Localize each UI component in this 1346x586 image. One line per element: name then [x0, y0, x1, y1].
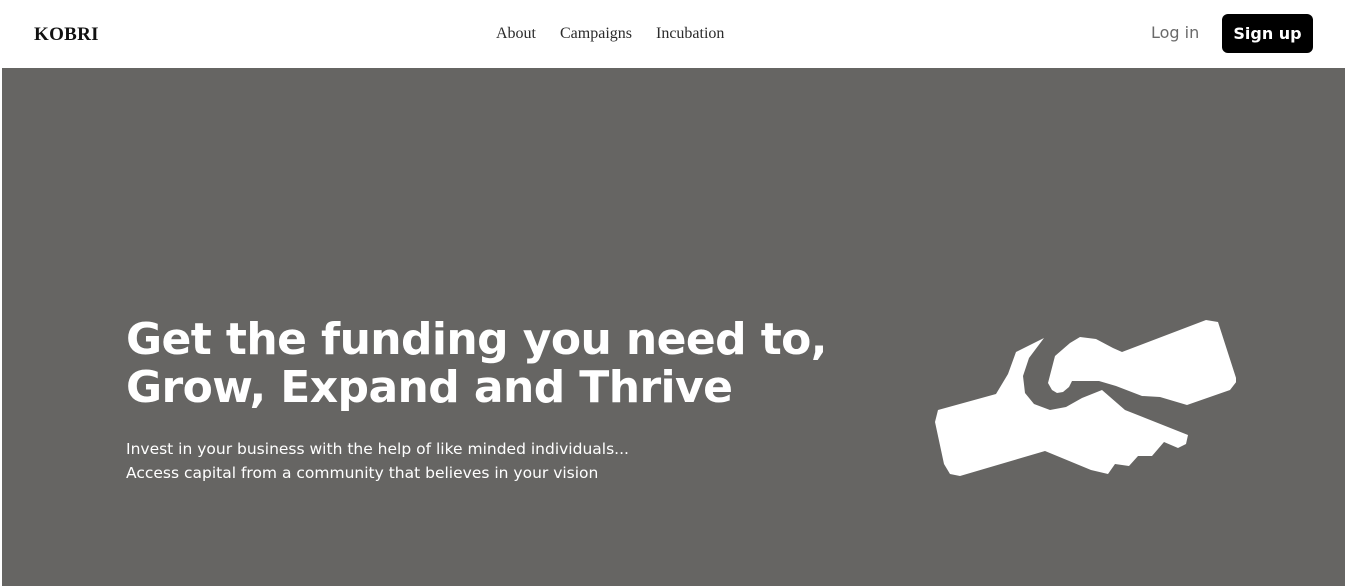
top-navbar: KOBRI About Campaigns Incubation Log in …: [2, 0, 1345, 68]
handshake-icon: [935, 320, 1236, 476]
hero-title-line-2: Grow, Expand and Thrive: [126, 362, 733, 413]
hero-subtitle-line-2: Access capital from a community that bel…: [126, 464, 599, 482]
hero-subtitle: Invest in your business with the help of…: [126, 437, 629, 485]
signup-button[interactable]: Sign up: [1222, 14, 1313, 53]
nav-link-incubation[interactable]: Incubation: [656, 25, 724, 43]
nav-link-about[interactable]: About: [496, 25, 536, 43]
hero-title-line-1: Get the funding you need to,: [126, 314, 827, 365]
page: KOBRI About Campaigns Incubation Log in …: [2, 0, 1345, 586]
main-nav: About Campaigns Incubation: [496, 25, 724, 43]
nav-link-campaigns[interactable]: Campaigns: [560, 25, 632, 43]
login-link[interactable]: Log in: [1151, 23, 1199, 42]
hero-section: Get the funding you need to, Grow, Expan…: [2, 68, 1345, 586]
brand-logo[interactable]: KOBRI: [34, 24, 99, 46]
hero-title: Get the funding you need to, Grow, Expan…: [126, 316, 886, 412]
hero-subtitle-line-1: Invest in your business with the help of…: [126, 440, 629, 458]
